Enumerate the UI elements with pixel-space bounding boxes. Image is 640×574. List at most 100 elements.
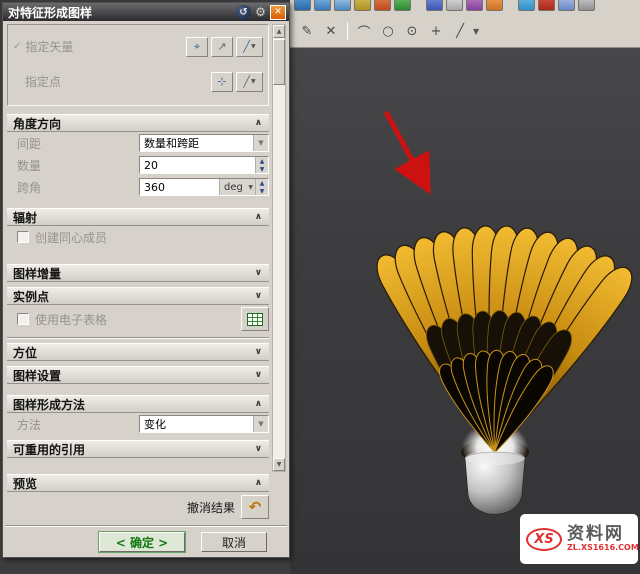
chevron-down-icon[interactable]: ▼ <box>253 416 268 432</box>
point-type-icon: ╱ <box>243 75 250 88</box>
undo-icon: ↶ <box>249 498 262 516</box>
section-preview[interactable]: 预览 ∧ <box>7 474 269 492</box>
dialog-reset-icon[interactable]: ↺ <box>236 5 251 20</box>
section-reusable-reference[interactable]: 可重用的引用 ∨ <box>7 440 269 458</box>
spreadsheet-checkbox[interactable] <box>17 313 29 325</box>
section-pattern-increment[interactable]: 图样增量 ∨ <box>7 264 269 282</box>
span-angle-field[interactable]: 360 deg ▼ ▲ ▼ <box>139 178 269 196</box>
toolbar-icon[interactable] <box>374 0 391 11</box>
toolbar-icon[interactable] <box>426 0 443 11</box>
toolbar-icon[interactable] <box>486 0 503 11</box>
spin-up-icon[interactable]: ▲ <box>256 179 268 187</box>
dialog-close-icon[interactable]: ✕ <box>270 5 286 20</box>
vector-dialog-button[interactable]: ↗ <box>211 37 233 57</box>
spreadsheet-button[interactable] <box>241 307 269 331</box>
point-dialog-button[interactable]: ⊹ <box>211 72 233 92</box>
spreadsheet-icon <box>247 313 263 326</box>
undo-result-button[interactable]: ↶ <box>241 495 269 519</box>
watermark-url: ZL.XS1616.COM <box>567 544 639 553</box>
section-orientation[interactable]: 方位 ∨ <box>7 343 269 361</box>
spin-down-icon[interactable]: ▼ <box>256 187 268 195</box>
toolbar-icon[interactable] <box>538 0 555 11</box>
spin-up-icon[interactable]: ▲ <box>256 157 268 165</box>
specify-point-label: 指定点 <box>13 73 61 90</box>
sketch-plus-icon[interactable]: + <box>425 20 447 42</box>
toolbar-icon[interactable] <box>394 0 411 11</box>
unit-value: deg <box>224 182 243 193</box>
collapse-icon: ∧ <box>255 212 262 222</box>
dialog-footer: < 确定 > 取消 <box>3 532 289 552</box>
dialog-title: 对特征形成图样 <box>6 4 92 21</box>
annotation-arrow <box>386 112 426 186</box>
chevron-down-icon[interactable]: ▼ <box>253 135 268 151</box>
specify-point-row: 指定点 ⊹ ╱▼ <box>13 64 263 99</box>
toolbar-icon[interactable] <box>294 0 311 11</box>
section-angle-direction[interactable]: 角度方向 ∧ <box>7 114 269 132</box>
point-type-combo[interactable]: ╱▼ <box>236 72 263 92</box>
spreadsheet-label: 使用电子表格 <box>35 311 107 328</box>
feathers-dark-front <box>435 350 559 459</box>
section-title: 实例点 <box>13 288 49 305</box>
toolbar-icon[interactable] <box>578 0 595 11</box>
section-instance-point[interactable]: 实例点 ∨ <box>7 287 269 305</box>
specify-vector-label: 指定矢量 <box>25 38 73 55</box>
section-title: 角度方向 <box>13 115 61 132</box>
section-radiate[interactable]: 辐射 ∧ <box>7 208 269 226</box>
toolbar-more-icon[interactable]: ▼ <box>473 27 479 36</box>
section-pattern-settings[interactable]: 图样设置 ∨ <box>7 366 269 384</box>
concentric-row: 创建同心成员 <box>7 226 269 248</box>
scroll-down-icon[interactable]: ▼ <box>273 458 285 471</box>
specify-vector-row: ✓ 指定矢量 ⌖ ↗ ╱▼ <box>13 29 263 64</box>
toolbar-icon[interactable] <box>314 0 331 11</box>
concentric-checkbox[interactable] <box>17 231 29 243</box>
sketch-line-icon[interactable]: ╱ <box>449 20 471 42</box>
scroll-up-icon[interactable]: ▲ <box>273 25 285 38</box>
span-angle-label: 跨角 <box>17 179 41 196</box>
viewport-3d[interactable]: ✎ ✕ ⌒ ○ ⊙ + ╱ ▼ XS 资料网 ZL.XS1616.COM <box>290 0 640 574</box>
chevron-down-icon: ▼ <box>248 184 255 191</box>
dialog-options-gear-icon[interactable]: ⚙ <box>253 5 268 20</box>
inferred-vector-button[interactable]: ⌖ <box>186 37 208 57</box>
sketch-arc-icon[interactable]: ⌒ <box>353 20 375 42</box>
count-spinbox[interactable]: 20 ▲ ▼ <box>139 156 269 174</box>
ok-button[interactable]: < 确定 > <box>99 532 185 552</box>
sketch-pencil-icon[interactable]: ✎ <box>296 20 318 42</box>
unit-dropdown[interactable]: deg ▼ <box>219 179 255 195</box>
dialog-titlebar[interactable]: 对特征形成图样 ↺ ⚙ ✕ <box>3 3 289 21</box>
spreadsheet-row: 使用电子表格 <box>7 305 269 333</box>
section-title: 可重用的引用 <box>13 441 85 458</box>
watermark-logo: XS <box>526 528 562 551</box>
sketch-circle-icon[interactable]: ○ <box>377 20 399 42</box>
watermark: XS 资料网 ZL.XS1616.COM <box>520 514 638 564</box>
scrollbar-thumb[interactable] <box>273 39 285 85</box>
cancel-button[interactable]: 取消 <box>201 532 267 552</box>
spacing-value: 数量和跨距 <box>140 135 253 151</box>
sketch-profile-icon[interactable]: ✕ <box>320 20 342 42</box>
toolbar-icon[interactable] <box>518 0 535 11</box>
toolbar-icon[interactable] <box>334 0 351 11</box>
spacing-row: 间距 数量和跨距 ▼ <box>7 132 269 154</box>
watermark-site-name: 资料网 <box>567 525 639 544</box>
toolbar-icon[interactable] <box>446 0 463 11</box>
spacing-dropdown[interactable]: 数量和跨距 ▼ <box>139 134 269 152</box>
section-pattern-method[interactable]: 图样形成方法 ∧ <box>7 395 269 413</box>
spacing-label: 间距 <box>17 135 41 152</box>
vector-type-icon: ╱ <box>243 40 250 53</box>
chevron-down-icon: ▼ <box>251 43 256 50</box>
section-title: 预览 <box>13 475 37 492</box>
undo-result-label: 撤消结果 <box>187 499 241 516</box>
method-row: 方法 变化 ▼ <box>7 413 269 435</box>
vector-type-combo[interactable]: ╱▼ <box>236 37 263 57</box>
toolbar-icon[interactable] <box>354 0 371 11</box>
dialog-scrollbar[interactable]: ▲ ▼ <box>272 24 286 472</box>
toolbar-icon[interactable] <box>558 0 575 11</box>
toolbar-icon[interactable] <box>466 0 483 11</box>
method-dropdown[interactable]: 变化 ▼ <box>139 415 269 433</box>
sketch-toolbar: ✎ ✕ ⌒ ○ ⊙ + ╱ ▼ <box>290 16 640 46</box>
spin-down-icon[interactable]: ▼ <box>256 165 268 173</box>
undo-result-row: 撤消结果 ↶ <box>7 492 269 522</box>
sketch-point-icon[interactable]: ⊙ <box>401 20 423 42</box>
vector-dialog-icon: ↗ <box>217 40 226 53</box>
shuttlecock-model <box>290 0 640 574</box>
method-label: 方法 <box>17 416 41 433</box>
